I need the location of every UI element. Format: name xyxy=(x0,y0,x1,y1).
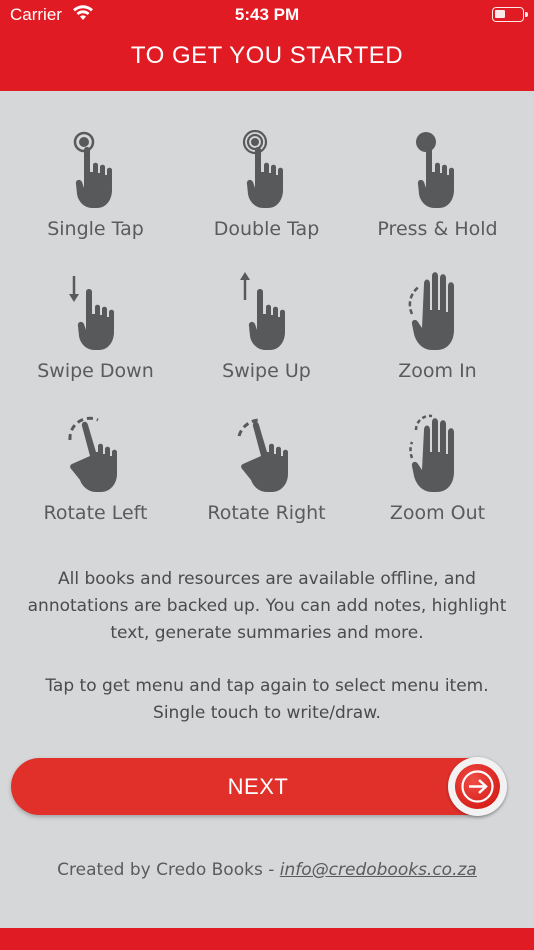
footer-prefix: Created by Credo Books - xyxy=(57,860,280,880)
bottom-bar xyxy=(0,928,534,950)
description-line: All books and resources are available of… xyxy=(58,569,476,589)
gesture-double-tap: Double Tap xyxy=(181,128,352,240)
status-bar: Carrier 5:43 PM xyxy=(0,0,534,30)
gesture-swipe-down: Swipe Down xyxy=(10,270,181,382)
gesture-swipe-up: Swipe Up xyxy=(181,270,352,382)
rotate-left-icon xyxy=(67,416,117,492)
gesture-label: Single Tap xyxy=(47,218,144,240)
header-bar: Carrier 5:43 PM TO GET YOU STARTED xyxy=(0,0,534,91)
gesture-rotate-right: Rotate Right xyxy=(181,412,352,524)
zoom-in-icon xyxy=(408,272,454,350)
description-line: annotations are backed up. You can add n… xyxy=(27,596,507,616)
menu-description: Tap to get menu and tap again to select … xyxy=(14,673,520,727)
email-link[interactable]: info@credobooks.co.za xyxy=(280,860,477,880)
press-hold-icon xyxy=(415,132,454,208)
status-time: 5:43 PM xyxy=(234,5,300,24)
gesture-label: Rotate Right xyxy=(207,502,326,524)
gesture-rotate-left: Rotate Left xyxy=(10,412,181,524)
footer-credit: Created by Credo Books - info@credobooks… xyxy=(0,860,534,880)
battery-icon xyxy=(492,7,528,22)
gesture-zoom-out: Zoom Out xyxy=(352,412,523,524)
offline-description: All books and resources are available of… xyxy=(14,566,520,647)
gesture-zoom-in: Zoom In xyxy=(352,270,523,382)
gesture-label: Press & Hold xyxy=(377,218,498,240)
swipe-up-icon xyxy=(239,272,285,350)
double-tap-icon xyxy=(242,129,283,208)
single-tap-icon xyxy=(73,131,112,208)
gesture-label: Zoom In xyxy=(398,360,477,382)
zoom-out-icon xyxy=(408,414,454,492)
description-line: Single touch to write/draw. xyxy=(153,703,381,723)
gesture-label: Swipe Down xyxy=(37,360,154,382)
rotate-right-icon xyxy=(237,418,288,492)
next-button-label: NEXT xyxy=(227,774,289,799)
next-button[interactable]: NEXT xyxy=(11,757,507,816)
gesture-press-hold: Press & Hold xyxy=(352,128,523,240)
gesture-single-tap: Single Tap xyxy=(10,128,181,240)
description-line: Tap to get menu and tap again to select … xyxy=(45,676,489,696)
gesture-label: Swipe Up xyxy=(222,360,311,382)
gesture-label: Rotate Left xyxy=(43,502,148,524)
next-arrow-icon[interactable] xyxy=(448,757,507,816)
gesture-grid: Single Tap Double Tap Press & Hold Swipe… xyxy=(10,128,524,538)
description-line: text, generate summaries and more. xyxy=(110,623,424,643)
gesture-label: Zoom Out xyxy=(389,502,486,524)
page-title: TO GET YOU STARTED xyxy=(130,42,404,69)
swipe-down-icon xyxy=(68,276,114,350)
gesture-label: Double Tap xyxy=(213,218,320,240)
